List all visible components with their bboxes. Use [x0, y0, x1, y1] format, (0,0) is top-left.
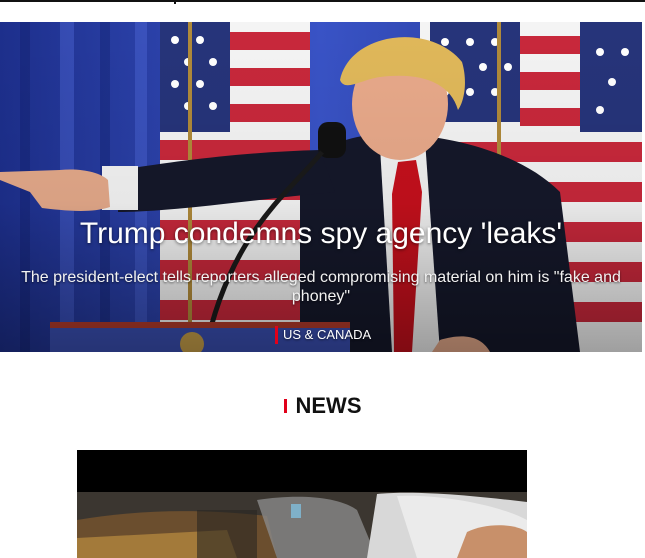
news-section-label: NEWS [295, 393, 362, 418]
hero-story[interactable]: Trump condemns spy agency 'leaks' The pr… [0, 22, 642, 352]
top-divider [0, 0, 645, 2]
section-marker [283, 399, 287, 413]
hero-headline[interactable]: Trump condemns spy agency 'leaks' [0, 214, 642, 254]
news-card-image[interactable] [77, 450, 527, 558]
section-label[interactable]: US & CANADA [275, 326, 371, 344]
top-divider-tick [174, 0, 176, 4]
news-section-title: NEWS [0, 392, 645, 420]
news-thumbnail [77, 450, 527, 558]
hero-summary: The president-elect tells reporters alle… [21, 269, 621, 305]
